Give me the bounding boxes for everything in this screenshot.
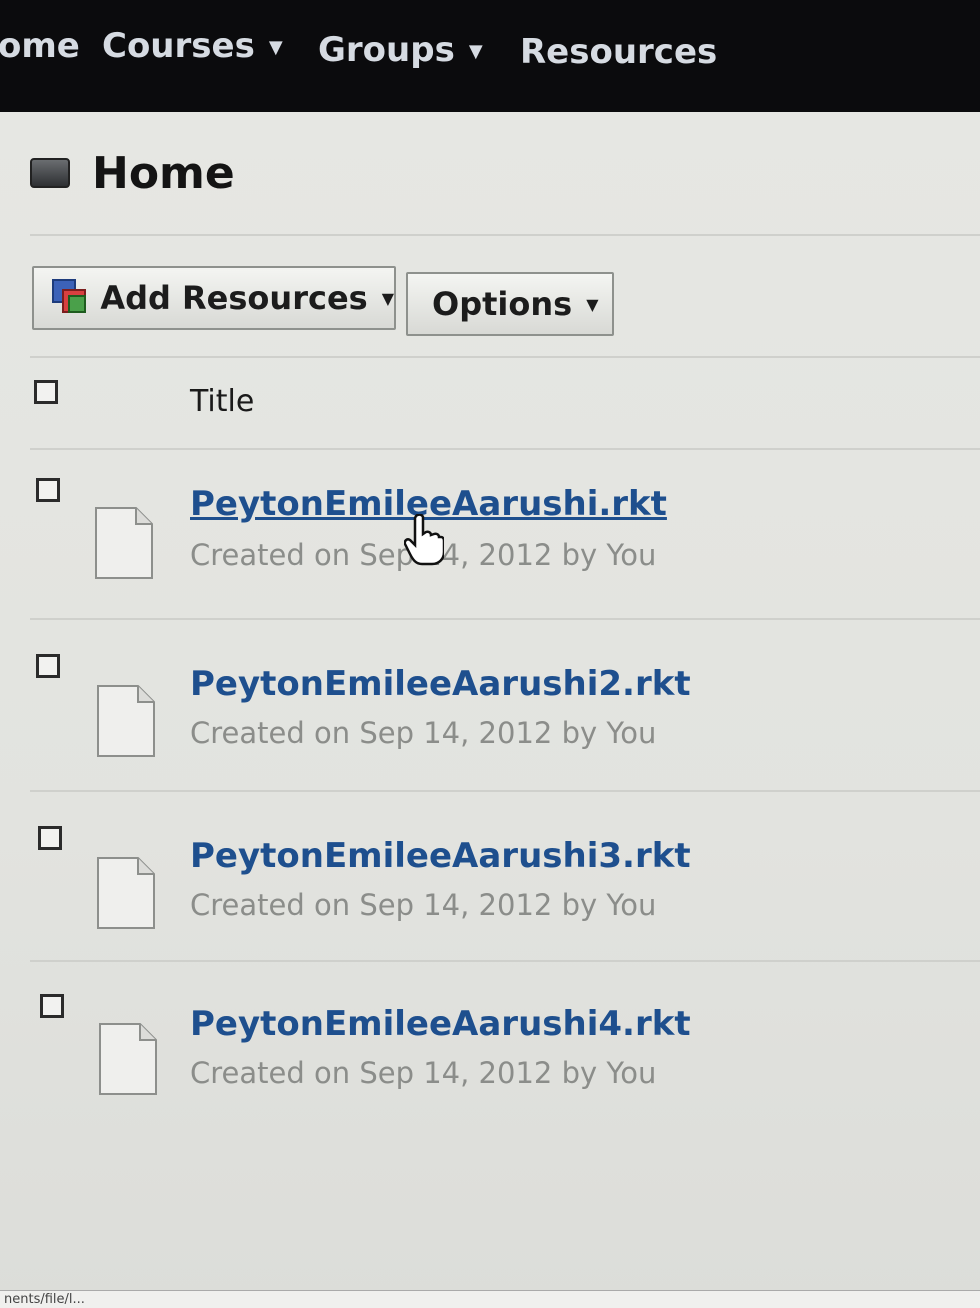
page-title: Home — [92, 148, 235, 199]
chevron-down-icon: ▼ — [268, 37, 283, 58]
file-meta: Created on Sep 14, 2012 by You — [190, 1056, 657, 1090]
file-icon — [94, 506, 154, 580]
nav-item-resources[interactable]: Resources — [520, 32, 717, 72]
divider — [30, 618, 980, 620]
add-resources-label: Add Resources — [100, 279, 368, 317]
file-meta: Created on Sep 14, 2012 by You — [190, 716, 657, 750]
file-icon — [96, 856, 156, 930]
nav-item-resources-label: Resources — [520, 32, 718, 72]
row-checkbox[interactable] — [36, 478, 60, 502]
options-label: Options — [432, 285, 573, 323]
nav-item-groups-label: Groups — [318, 30, 455, 70]
nav-item-home[interactable]: ome — [0, 26, 80, 66]
row-checkbox[interactable] — [40, 994, 64, 1018]
divider — [30, 356, 980, 358]
select-all-checkbox[interactable] — [34, 380, 58, 404]
divider — [30, 448, 980, 450]
add-resources-button[interactable]: Add Resources ▼ — [32, 266, 396, 330]
file-icon — [96, 684, 156, 758]
nav-item-groups[interactable]: Groups ▼ — [318, 30, 483, 70]
file-meta: Created on Sep 14, 2012 by You — [190, 888, 657, 922]
row-checkbox[interactable] — [36, 654, 60, 678]
file-link[interactable]: PeytonEmileeAarushi2.rkt — [190, 664, 691, 704]
nav-item-home-label: ome — [0, 26, 80, 66]
divider — [30, 960, 980, 962]
options-button[interactable]: Options ▼ — [406, 272, 614, 336]
nav-item-courses-label: Courses — [102, 26, 255, 66]
top-navigation-bar: ome Courses ▼ Groups ▼ Resources — [0, 0, 980, 112]
column-header-title[interactable]: Title — [190, 384, 254, 419]
hand-cursor-icon — [403, 513, 446, 566]
chevron-down-icon: ▼ — [468, 41, 483, 62]
folder-icon — [30, 158, 70, 188]
row-checkbox[interactable] — [38, 826, 62, 850]
divider — [30, 234, 980, 236]
file-link[interactable]: PeytonEmileeAarushi3.rkt — [190, 836, 691, 876]
nav-item-courses[interactable]: Courses ▼ — [102, 26, 283, 66]
status-bar: nents/file/l... — [0, 1290, 980, 1308]
add-resources-icon — [52, 279, 86, 317]
file-link[interactable]: PeytonEmileeAarushi4.rkt — [190, 1004, 691, 1044]
chevron-down-icon: ▼ — [381, 288, 394, 308]
chevron-down-icon: ▼ — [586, 294, 599, 314]
divider — [30, 790, 980, 792]
file-icon — [98, 1022, 158, 1096]
